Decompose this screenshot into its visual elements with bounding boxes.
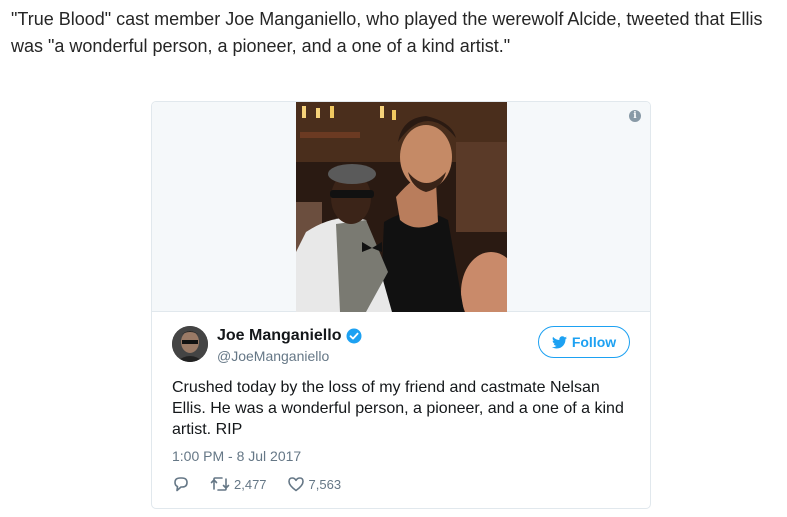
like-icon[interactable] xyxy=(287,475,305,493)
retweet-action[interactable]: 2,477 xyxy=(210,475,267,493)
tweet-media[interactable]: i xyxy=(152,102,650,312)
info-icon[interactable]: i xyxy=(629,110,641,122)
follow-label: Follow xyxy=(571,334,617,350)
tweet-timestamp[interactable]: 1:00 PM - 8 Jul 2017 xyxy=(172,448,301,464)
bird-icon xyxy=(551,335,567,349)
reply-action[interactable] xyxy=(172,475,190,493)
author-name[interactable]: Joe Manganiello xyxy=(217,327,362,345)
article-paragraph: "True Blood" cast member Joe Manganiello… xyxy=(11,9,763,56)
tweet-text: Crushed today by the loss of my friend a… xyxy=(172,379,624,438)
avatar[interactable] xyxy=(172,326,208,362)
tweet-photo[interactable] xyxy=(296,102,507,312)
embedded-tweet[interactable]: i Joe Manganiello @JoeManganiello Follow… xyxy=(151,101,651,509)
retweet-icon[interactable] xyxy=(210,475,230,493)
retweet-count: 2,477 xyxy=(234,476,267,492)
reply-icon[interactable] xyxy=(172,475,190,493)
verified-icon xyxy=(346,328,362,344)
follow-button[interactable]: Follow xyxy=(538,326,630,358)
like-count: 7,563 xyxy=(308,476,342,492)
author-handle[interactable]: @JoeManganiello xyxy=(217,348,329,364)
like-action[interactable]: 7,563 xyxy=(287,475,342,493)
author-name-text[interactable]: Joe Manganiello xyxy=(217,327,341,345)
tweet-actions: 2,477 7,563 xyxy=(172,475,361,493)
